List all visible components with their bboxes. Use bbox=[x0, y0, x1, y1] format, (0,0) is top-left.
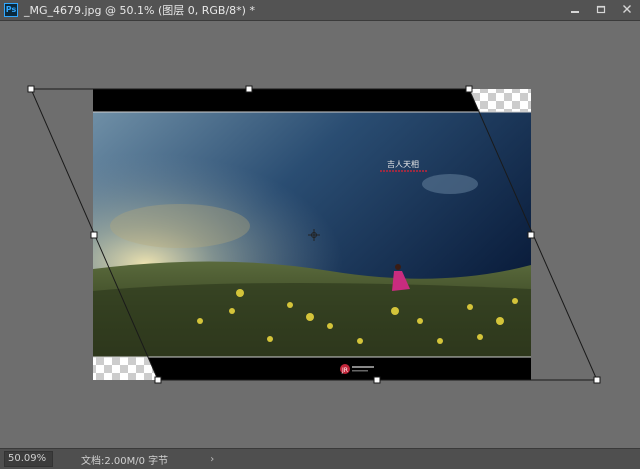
minimize-button[interactable] bbox=[562, 0, 588, 20]
canvas-drawing: 吉人天相 JR bbox=[27, 85, 601, 384]
transform-handle-bottom-center[interactable] bbox=[373, 376, 381, 384]
photo-watermark: 吉人天相 bbox=[387, 159, 419, 169]
transform-handle-top-right[interactable] bbox=[465, 85, 473, 93]
document-title: _MG_4679.jpg @ 50.1% (图层 0, RGB/8*) * bbox=[24, 4, 255, 17]
canvas-workspace[interactable]: 吉人天相 JR bbox=[0, 21, 640, 448]
status-bar: 50.09% 文档:2.00M/0 字节 › bbox=[0, 448, 640, 469]
transform-handle-top-center[interactable] bbox=[245, 85, 253, 93]
restore-icon bbox=[596, 3, 606, 17]
transform-handle-middle-right[interactable] bbox=[527, 231, 535, 239]
close-icon bbox=[622, 3, 632, 17]
document-tab[interactable]: Ps _MG_4679.jpg @ 50.1% (图层 0, RGB/8*) * bbox=[0, 0, 640, 21]
minimize-icon bbox=[570, 4, 580, 16]
transform-handle-bottom-right[interactable] bbox=[593, 376, 601, 384]
document-info: 文档:2.00M/0 字节 bbox=[81, 455, 169, 467]
photoshop-logo-icon: Ps bbox=[4, 3, 18, 17]
zoom-level-field[interactable]: 50.09% bbox=[4, 451, 53, 467]
close-button[interactable] bbox=[614, 0, 640, 20]
transform-handle-bottom-left[interactable] bbox=[154, 376, 162, 384]
transform-handle-middle-left[interactable] bbox=[90, 231, 98, 239]
svg-text:JR: JR bbox=[341, 367, 348, 374]
restore-button[interactable] bbox=[588, 0, 614, 20]
transform-handle-top-left[interactable] bbox=[27, 85, 35, 93]
status-menu-arrow-icon[interactable]: › bbox=[210, 454, 214, 465]
window-controls bbox=[562, 0, 640, 20]
